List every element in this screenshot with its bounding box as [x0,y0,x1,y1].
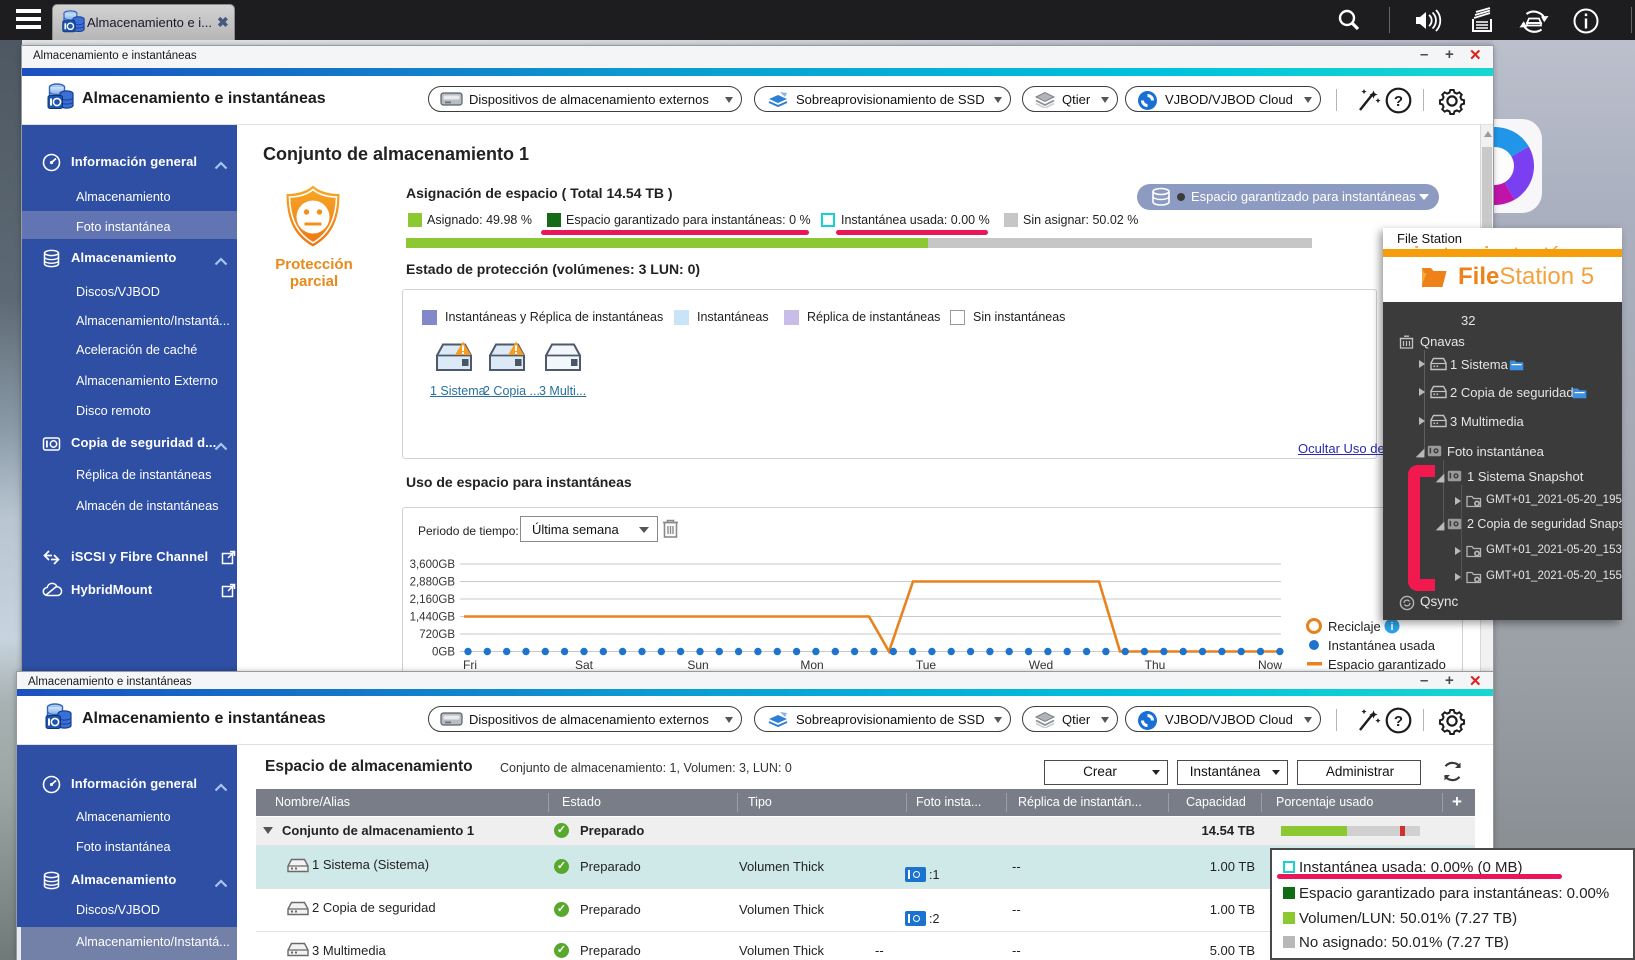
svg-text:?: ? [1394,93,1403,110]
svg-text:720GB: 720GB [419,629,455,641]
svg-text:i: i [1390,621,1393,633]
svg-text:Reciclaje: Reciclaje [1328,619,1381,634]
svg-text:Instantánea usada: Instantánea usada [1328,638,1436,653]
svg-text:Sun: Sun [687,658,708,672]
svg-text:2,160GB: 2,160GB [410,594,456,606]
svg-text:Wed: Wed [1029,658,1053,672]
svg-text:Tue: Tue [916,658,937,672]
svg-text:Thu: Thu [1145,658,1166,672]
svg-text:Fri: Fri [463,658,477,672]
svg-text:2,880GB: 2,880GB [410,577,456,589]
svg-text:Now: Now [1258,658,1282,672]
svg-text:?: ? [1394,713,1403,730]
svg-text:0GB: 0GB [432,647,455,659]
svg-text:1,440GB: 1,440GB [410,612,456,624]
svg-text:Sat: Sat [575,658,594,672]
svg-text:Mon: Mon [800,658,823,672]
svg-text:Espacio garantizado: Espacio garantizado [1328,657,1446,672]
svg-text:3,600GB: 3,600GB [410,559,456,571]
